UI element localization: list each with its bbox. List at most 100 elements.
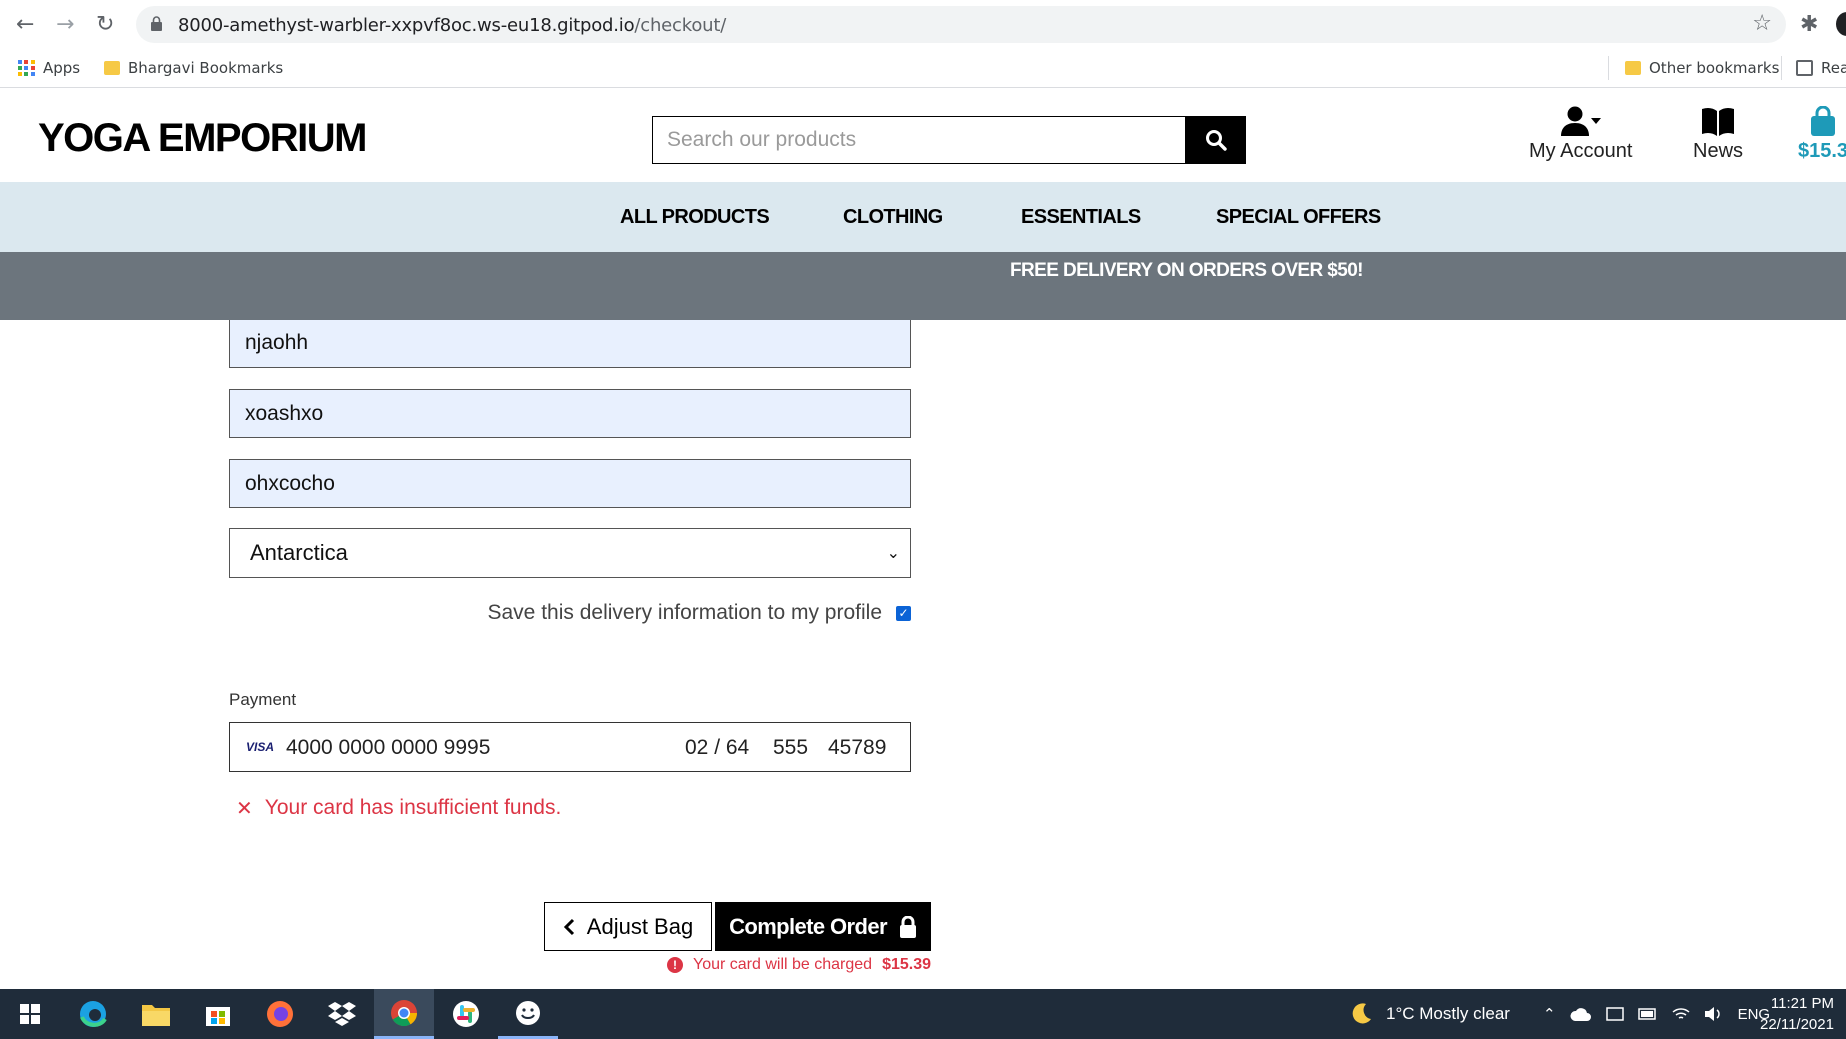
firefox-icon <box>267 1001 293 1027</box>
taskbar-dropbox[interactable] <box>312 989 372 1039</box>
reading-list[interactable]: Rea <box>1796 48 1846 88</box>
folder-icon <box>142 1005 170 1026</box>
bookmark-bhargavi[interactable]: Bhargavi Bookmarks <box>104 48 283 88</box>
country-select-value: Antarctica <box>250 540 348 565</box>
start-button[interactable] <box>0 989 60 1039</box>
nav-essentials[interactable]: ESSENTIALS <box>1021 206 1141 229</box>
charge-amount: $15.39 <box>882 956 931 973</box>
adjust-bag-button[interactable]: Adjust Bag <box>544 902 712 951</box>
error-x-icon: ✕ <box>236 796 253 820</box>
news-link[interactable]: News <box>1693 106 1743 163</box>
card-zip[interactable]: 45789 <box>828 736 886 760</box>
reading-list-label: Rea <box>1821 59 1846 77</box>
my-account-link[interactable]: My Account <box>1529 106 1632 163</box>
taskbar-edge[interactable] <box>63 989 123 1039</box>
main-nav: ALL PRODUCTS CLOTHING ESSENTIALS SPECIAL… <box>0 182 1846 252</box>
forward-icon[interactable]: → <box>56 12 74 37</box>
slack-icon <box>453 1001 479 1027</box>
search-input[interactable] <box>652 116 1186 164</box>
nav-clothing[interactable]: CLOTHING <box>843 206 943 229</box>
visa-icon: VISA <box>246 740 275 754</box>
taskbar-slack[interactable] <box>436 989 496 1039</box>
taskbar-file-explorer[interactable] <box>126 989 186 1039</box>
cloud-icon[interactable] <box>1570 1007 1592 1021</box>
charge-text: Your card will be charged <box>692 956 873 973</box>
card-error-text: Your card has insufficient funds. <box>264 796 562 819</box>
adjust-bag-label: Adjust Bag <box>586 913 694 939</box>
chevron-left-icon <box>563 918 574 935</box>
profile-avatar[interactable] <box>1836 12 1846 36</box>
back-icon[interactable]: ← <box>16 12 34 37</box>
clock-time: 11:21 PM <box>1770 995 1834 1012</box>
save-info-checkbox[interactable]: ✓ <box>896 605 911 621</box>
bookmark-bhargavi-label: Bhargavi Bookmarks <box>128 59 284 77</box>
bookmark-divider <box>1781 56 1782 80</box>
delivery-field-1[interactable]: njaohh <box>229 320 911 368</box>
shopping-bag-link[interactable]: $15.3 <box>1798 106 1846 163</box>
nav-special-offers[interactable]: SPECIAL OFFERS <box>1216 206 1381 229</box>
weather-widget[interactable]: 1°C Mostly clear <box>1348 989 1510 1039</box>
chevron-down-icon: ⌄ <box>886 543 900 562</box>
clock[interactable]: 11:21 PM 22/11/2021 <box>1760 993 1834 1035</box>
lock-icon <box>899 915 916 938</box>
dropbox-icon <box>328 1002 356 1026</box>
address-bar[interactable]: 8000-amethyst-warbler-xxpvf8oc.ws-eu18.g… <box>136 6 1786 43</box>
taskbar: 1°C Mostly clear ⌃ ENG 11:21 PM 22/11/20… <box>0 989 1846 1039</box>
site-logo[interactable]: YOGA EMPORIUM <box>38 116 367 161</box>
shopping-bag-icon <box>1811 106 1836 136</box>
site-header: YOGA EMPORIUM My Account News $15.3 <box>0 88 1846 182</box>
card-input[interactable]: VISA 4000 0000 0000 9995 02 / 64 555 457… <box>229 722 911 772</box>
taskbar-chrome[interactable] <box>374 989 434 1039</box>
bookmark-apps-label: Apps <box>43 59 81 77</box>
card-number[interactable]: 4000 0000 0000 9995 <box>286 736 490 760</box>
card-cvc[interactable]: 555 <box>773 736 808 760</box>
bookmark-other-label: Other bookmarks <box>1649 59 1780 77</box>
volume-icon[interactable] <box>1704 1006 1724 1022</box>
my-account-label: My Account <box>1529 140 1633 162</box>
delivery-field-2[interactable]: xoashxo <box>229 389 911 438</box>
user-icon <box>1560 106 1601 136</box>
alert-icon: ! <box>666 957 683 973</box>
save-info-label: Save this delivery information to my pro… <box>487 601 883 624</box>
bookmark-star-icon[interactable]: ☆ <box>1752 11 1772 36</box>
taskbar-app-smiley[interactable] <box>498 989 558 1039</box>
moon-icon <box>1352 1003 1371 1024</box>
save-info-row: Save this delivery information to my pro… <box>487 601 911 625</box>
search-icon <box>1206 130 1227 151</box>
lock-icon <box>151 16 162 31</box>
card-expiry[interactable]: 02 / 64 <box>685 736 749 760</box>
delivery-field-3[interactable]: ohxcocho <box>229 459 911 508</box>
search-button[interactable] <box>1186 116 1246 164</box>
chrome-icon <box>391 999 418 1026</box>
taskbar-firefox[interactable] <box>250 989 310 1039</box>
bag-total: $15.3 <box>1798 140 1846 162</box>
apps-grid-icon <box>18 59 35 77</box>
bookmark-other[interactable]: Other bookmarks <box>1625 48 1779 88</box>
store-icon <box>206 1007 230 1026</box>
complete-order-button[interactable]: Complete Order <box>715 902 931 951</box>
browser-toolbar: ← → ↻ 8000-amethyst-warbler-xxpvf8oc.ws-… <box>0 0 1846 48</box>
payment-label: Payment <box>229 690 297 709</box>
windows-icon <box>20 1004 40 1024</box>
url-host: 8000-amethyst-warbler-xxpvf8oc.ws-eu18.g… <box>178 15 635 36</box>
system-tray: ⌃ ENG <box>1543 989 1770 1039</box>
url-text: 8000-amethyst-warbler-xxpvf8oc.ws-eu18.g… <box>178 15 726 36</box>
country-select[interactable]: Antarctica ⌄ <box>229 528 911 578</box>
wifi-icon[interactable] <box>1672 1006 1690 1022</box>
nav-all-products[interactable]: ALL PRODUCTS <box>620 206 770 229</box>
chevron-up-icon[interactable]: ⌃ <box>1543 1005 1556 1023</box>
taskbar-store[interactable] <box>188 989 248 1039</box>
bookmark-divider <box>1608 56 1609 80</box>
smiley-icon <box>516 1000 540 1025</box>
delivery-banner-text: FREE DELIVERY ON ORDERS OVER $50! <box>1010 260 1364 281</box>
meet-now-icon[interactable] <box>1605 1005 1624 1023</box>
reading-list-icon <box>1796 60 1813 76</box>
battery-icon[interactable] <box>1637 1008 1658 1020</box>
extensions-icon[interactable]: ✱ <box>1800 12 1818 37</box>
book-icon <box>1702 107 1734 136</box>
reload-icon[interactable]: ↻ <box>96 12 114 37</box>
charge-notice: ! Your card will be charged $15.39 <box>666 956 931 974</box>
url-path: /checkout/ <box>634 15 727 36</box>
card-error: ✕ Your card has insufficient funds. <box>236 796 561 820</box>
bookmark-apps[interactable]: Apps <box>18 48 80 88</box>
